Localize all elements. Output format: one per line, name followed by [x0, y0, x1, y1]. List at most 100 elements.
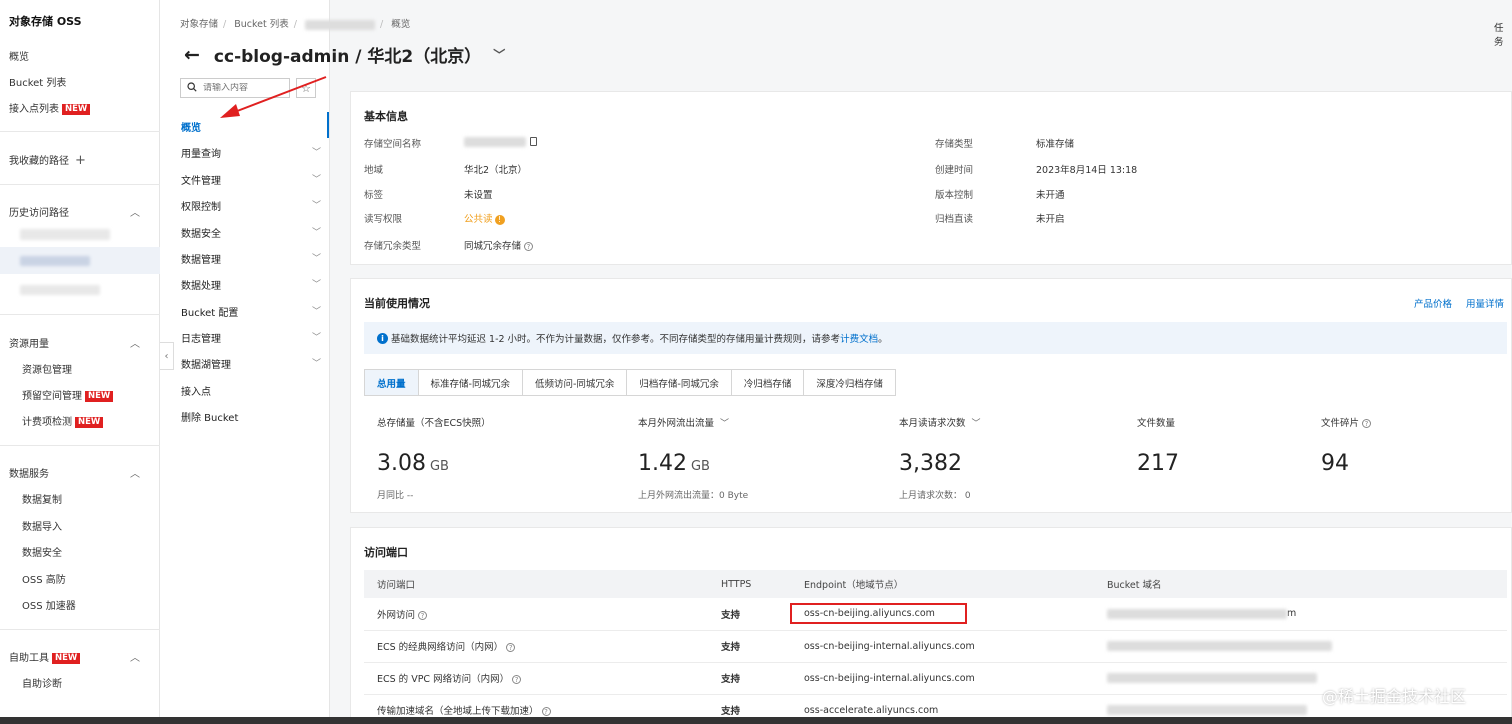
warning-icon[interactable]: ! [494, 214, 505, 225]
nav-item-data-lake[interactable]: 数据湖管理 ﹀ [181, 356, 321, 371]
collapse-sidebar-button[interactable]: ‹ [160, 342, 174, 370]
nav-item-data-security[interactable]: 数据安全 ﹀ [181, 225, 321, 240]
chevron-down-icon[interactable]: ﹀ [493, 46, 505, 63]
sidebar-item-favorites[interactable]: 我收藏的路径 + [9, 152, 86, 168]
breadcrumb-item: 概览 [391, 19, 411, 30]
metric-value: 3,382 [899, 451, 962, 476]
sidebar-item-data-import[interactable]: 数据导入 [22, 518, 62, 533]
usage-detail-link[interactable]: 用量详情 [1466, 296, 1504, 310]
nav-search-input[interactable] [203, 83, 283, 93]
sidebar-item-oss-ddos[interactable]: OSS 高防 [22, 571, 66, 586]
nav-item-access-point[interactable]: 接入点 [181, 383, 321, 398]
blurred-history-item[interactable] [20, 285, 100, 295]
sidebar-item-billing-check[interactable]: 计费项检测 NEW [22, 413, 104, 428]
copy-icon[interactable] [530, 137, 537, 146]
product-price-link[interactable]: 产品价格 [1414, 296, 1452, 310]
favorite-button[interactable]: ☆ [296, 78, 316, 98]
chevron-down-icon: ﹀ [311, 359, 321, 369]
new-badge: NEW [52, 652, 81, 664]
sidebar-group-history[interactable]: 历史访问路径 [9, 204, 69, 219]
card-title: 访问端口 [364, 546, 408, 559]
blurred-domain[interactable] [1107, 673, 1317, 683]
tab-deep-cold-archive[interactable]: 深度冷归档存储 [804, 370, 895, 395]
sidebar-item-reserved-space[interactable]: 预留空间管理 NEW [22, 387, 114, 402]
tab-cold-archive[interactable]: 冷归档存储 [731, 370, 805, 395]
nav-item-data-management[interactable]: 数据管理 ﹀ [181, 251, 321, 266]
sidebar-item-self-diagnosis[interactable]: 自助诊断 [22, 675, 62, 690]
nav-item-bucket-config[interactable]: Bucket 配置 ﹀ [181, 304, 321, 319]
blurred-domain[interactable] [1107, 608, 1287, 619]
metric-label-text: 文件碎片 [1321, 418, 1360, 429]
tab-total-usage[interactable]: 总用量 [365, 370, 419, 395]
chevron-up-icon[interactable]: ︿ [130, 465, 140, 480]
sidebar-item-data-replication[interactable]: 数据复制 [22, 491, 62, 506]
chevron-left-icon: ‹ [164, 350, 169, 362]
blurred-domain[interactable] [1107, 705, 1307, 715]
versioning-value: 未开通 [1036, 190, 1065, 201]
nav-item-label: Bucket 配置 [181, 308, 239, 319]
nav-item-overview[interactable]: 概览 [181, 119, 321, 134]
sidebar-group-resource-usage[interactable]: 资源用量 [9, 335, 49, 350]
highlighted-endpoint[interactable]: oss-cn-beijing.aliyuncs.com [790, 603, 967, 625]
blurred-history-item[interactable] [20, 229, 110, 240]
breadcrumb-item[interactable]: Bucket 列表 [234, 19, 289, 30]
sidebar-item-access-points[interactable]: 接入点列表 NEW [9, 100, 91, 115]
help-icon[interactable]: ? [512, 675, 522, 684]
top-right-link[interactable]: 任务 [1494, 20, 1512, 48]
bucket-domain: m [1094, 598, 1507, 631]
sidebar-item-overview[interactable]: 概览 [9, 48, 29, 63]
blurred-bucket-name[interactable] [305, 19, 375, 30]
archive-label: 归档直读 [935, 214, 974, 225]
help-icon[interactable]: ? [1362, 419, 1372, 428]
nav-item-file-management[interactable]: 文件管理 ﹀ [181, 172, 321, 187]
storage-class-label: 存储类型 [935, 139, 974, 150]
nav-item-label: 日志管理 [181, 334, 221, 345]
help-icon[interactable]: ? [506, 643, 516, 652]
plus-icon[interactable]: + [75, 153, 86, 168]
nav-search[interactable] [180, 78, 290, 98]
nav-item-label: 数据处理 [181, 281, 221, 292]
nav-item-usage-query[interactable]: 用量查询 ﹀ [181, 145, 321, 160]
notice-text: 基础数据统计平均延迟 1-2 小时。不作为计量数据，仅作参考。不同存储类型的存储… [391, 334, 841, 345]
sidebar-group-data-services[interactable]: 数据服务 [9, 465, 49, 480]
help-icon[interactable]: ? [418, 610, 428, 620]
chevron-up-icon[interactable]: ︿ [130, 649, 140, 664]
sidebar-item-oss-accelerator[interactable]: OSS 加速器 [22, 597, 76, 612]
new-badge: NEW [62, 103, 91, 115]
tab-standard[interactable]: 标准存储-同城冗余 [418, 370, 523, 395]
endpoint-value[interactable]: oss-cn-beijing-internal.aliyuncs.com [791, 662, 1094, 695]
sidebar-item-label: 预留空间管理 [22, 391, 82, 402]
chevron-up-icon[interactable]: ︿ [130, 335, 140, 350]
chevron-down-icon: ﹀ [311, 333, 321, 343]
nav-item-log-management[interactable]: 日志管理 ﹀ [181, 330, 321, 345]
region-value: 华北2（北京） [464, 165, 528, 176]
new-badge: NEW [85, 390, 114, 402]
endpoint-value[interactable]: oss-cn-beijing-internal.aliyuncs.com [791, 630, 1094, 663]
usage-tabs: 总用量 标准存储-同城冗余 低频访问-同城冗余 归档存储-同城冗余 冷归档存储 … [364, 369, 896, 396]
help-icon[interactable]: ? [524, 242, 534, 251]
chevron-up-icon[interactable]: ︿ [130, 204, 140, 219]
tab-archive[interactable]: 归档存储-同城冗余 [627, 370, 732, 395]
arrow-left-icon[interactable]: ← [184, 44, 200, 66]
table-row: 外网访问? 支持 oss-cn-beijing.aliyuncs.com m [364, 598, 1507, 631]
nav-item-data-processing[interactable]: 数据处理 ﹀ [181, 277, 321, 292]
tab-ia[interactable]: 低频访问-同城冗余 [522, 370, 628, 395]
sidebar-item-bucket-list[interactable]: Bucket 列表 [9, 74, 66, 89]
metric-label[interactable]: 本月读请求次数 ﹀ [899, 415, 981, 429]
nav-item-label: 概览 [181, 123, 201, 134]
column-header: Endpoint（地域节点） [791, 570, 1094, 598]
domain-suffix: m [1287, 608, 1297, 620]
column-header: Bucket 域名 [1094, 570, 1507, 598]
sidebar-item-data-security[interactable]: 数据安全 [22, 544, 62, 559]
nav-item-access-control[interactable]: 权限控制 ﹀ [181, 198, 321, 213]
billing-doc-link[interactable]: 计费文档 [840, 331, 878, 345]
nav-item-delete-bucket[interactable]: 删除 Bucket [181, 409, 321, 424]
help-icon[interactable]: ? [541, 707, 551, 716]
blurred-history-item[interactable] [20, 256, 90, 266]
metric-label[interactable]: 本月外网流出流量 ﹀ [638, 415, 729, 429]
sidebar-item-resource-package[interactable]: 资源包管理 [22, 361, 72, 376]
sidebar-group-self-tools[interactable]: 自助工具 NEW [9, 649, 81, 664]
blurred-domain[interactable] [1107, 641, 1332, 651]
endpoint-type-text: ECS 的经典网络访问（内网） [377, 642, 504, 653]
breadcrumb-item[interactable]: 对象存储 [180, 19, 218, 30]
